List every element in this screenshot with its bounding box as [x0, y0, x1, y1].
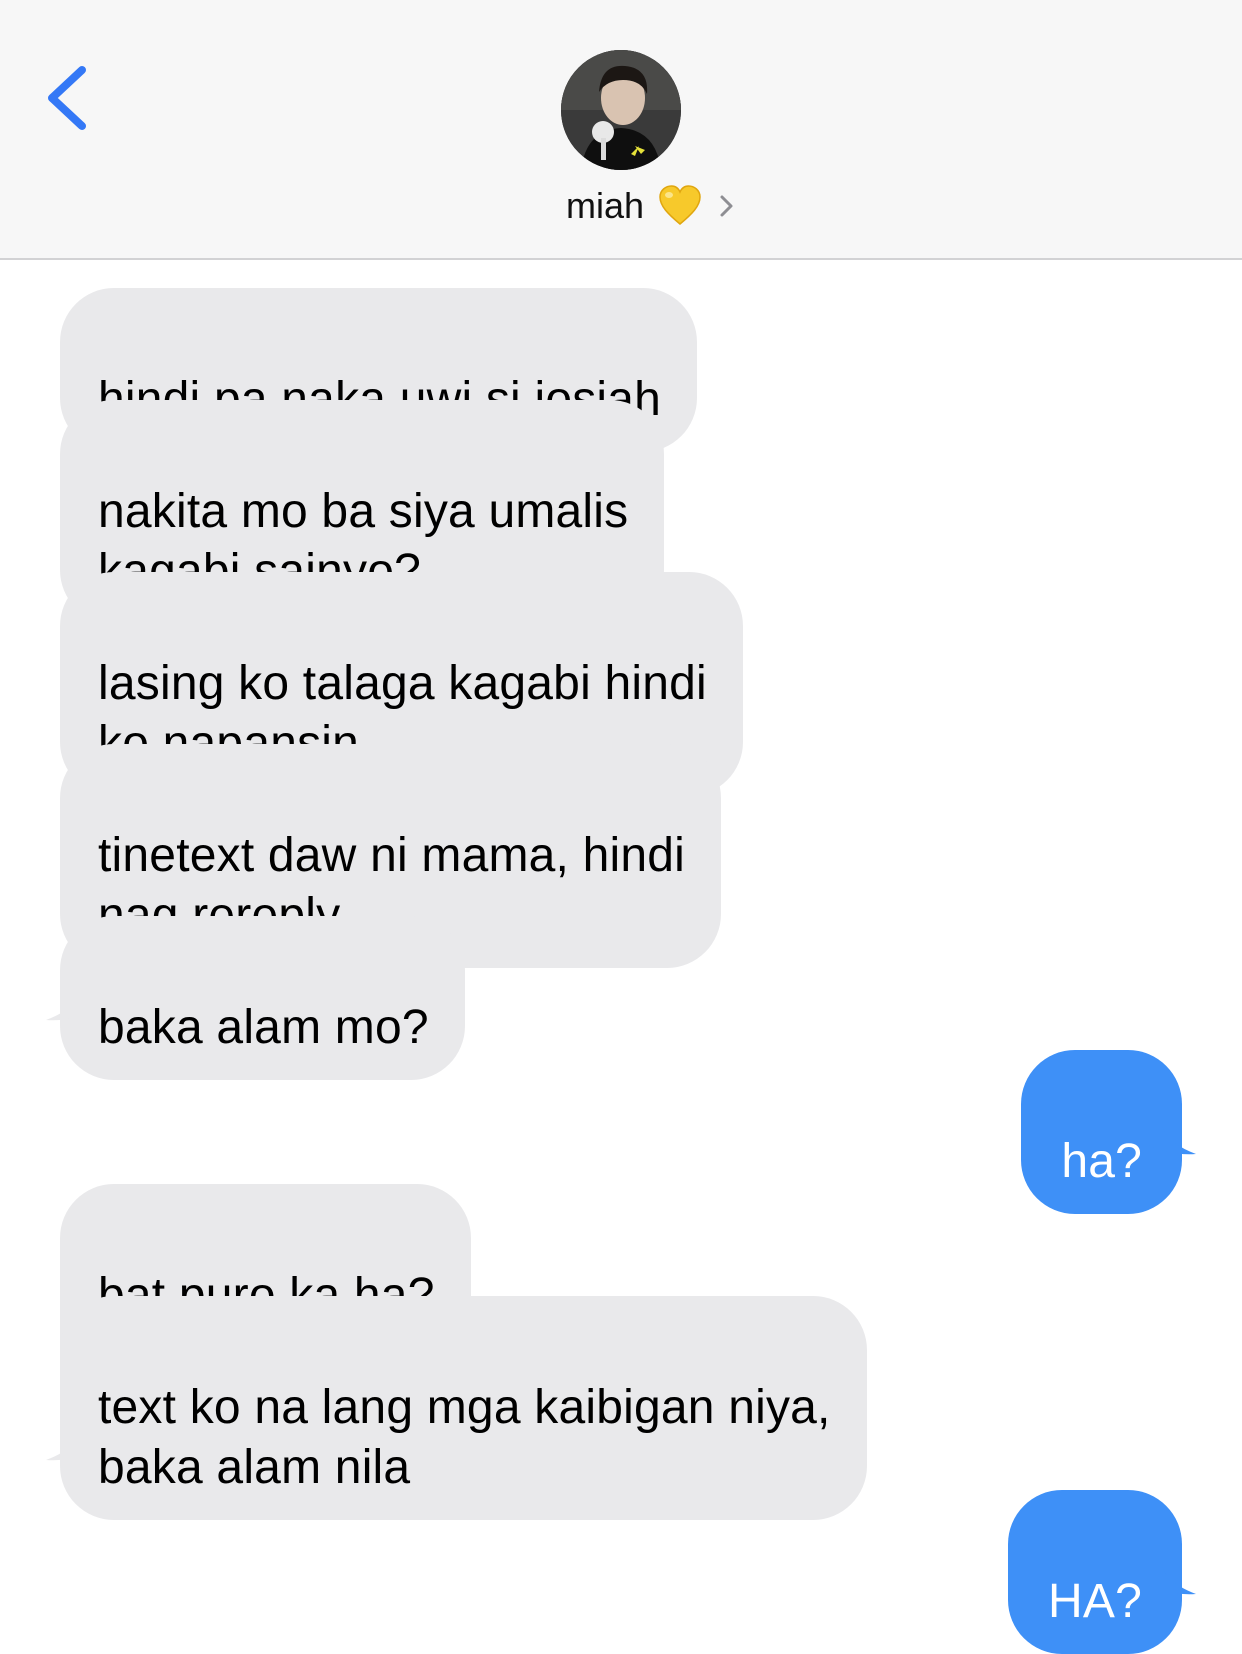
received-message-bubble[interactable]: baka alam mo? [60, 916, 465, 1080]
message-text: HA? [1048, 1575, 1142, 1628]
bubble-tail [1142, 1552, 1196, 1595]
contact-name-row[interactable]: miah [0, 178, 1242, 234]
conversation-header: miah [0, 0, 1242, 260]
chevron-left-icon [48, 66, 86, 130]
message-text: ha? [1061, 1135, 1142, 1188]
back-button[interactable] [40, 58, 100, 138]
received-message-bubble[interactable]: text ko na lang mga kaibigan niya, baka … [60, 1296, 867, 1520]
message-text: baka alam mo? [98, 1001, 429, 1054]
avatar[interactable] [561, 50, 681, 170]
message-text: text ko na lang mga kaibigan niya, baka … [98, 1381, 831, 1494]
bubble-tail [46, 978, 100, 1021]
chevron-right-icon [720, 195, 733, 217]
contact-name: miah [565, 185, 645, 226]
bubble-tail [1142, 1112, 1196, 1155]
bubble-tail [46, 1418, 100, 1461]
yellow-heart-icon [659, 185, 701, 225]
contact-photo [561, 50, 681, 170]
